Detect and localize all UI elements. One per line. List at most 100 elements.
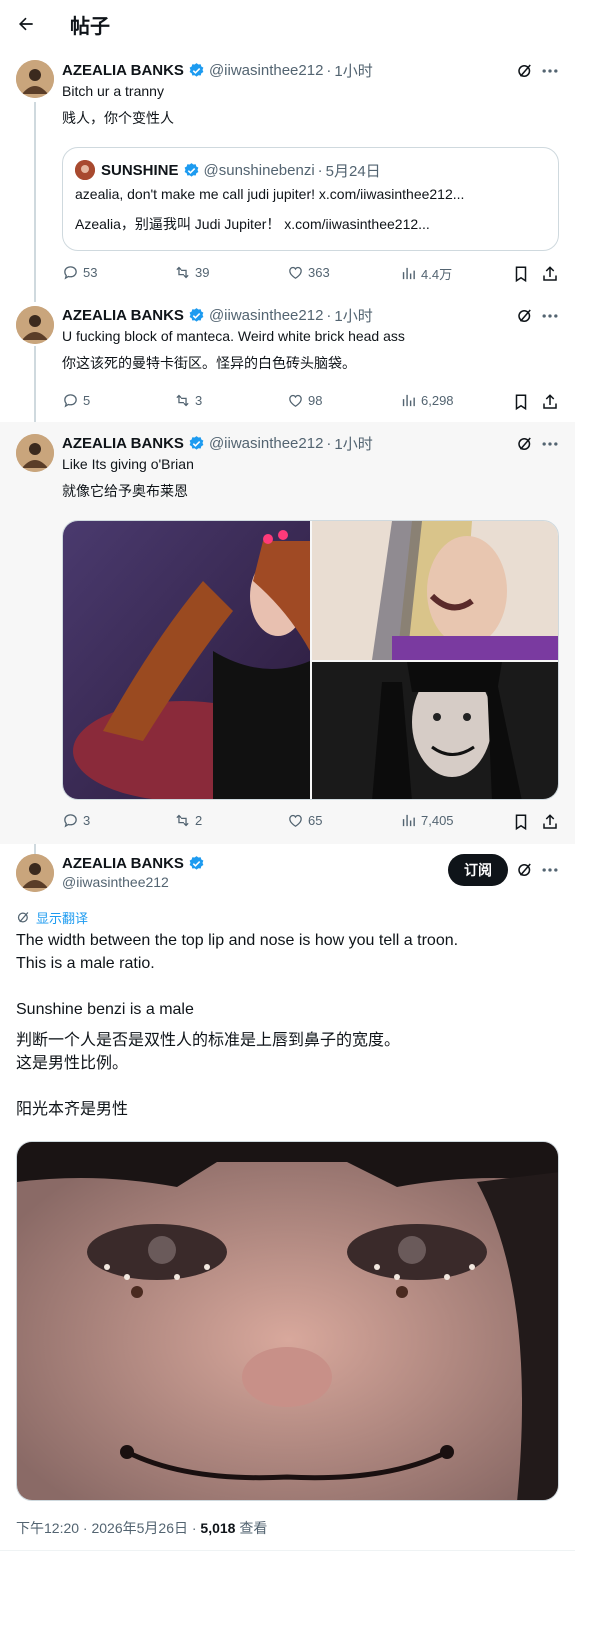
reply-icon <box>64 814 77 828</box>
views-count: 4.4万 <box>421 267 453 282</box>
share-icon[interactable] <box>541 813 559 831</box>
reply-button[interactable]: 5 <box>62 392 90 409</box>
verified-badge-icon <box>189 855 204 870</box>
tweet-header: AZEALIA BANKS @iiwasinthee212 · 1小时 <box>62 60 373 80</box>
like-button[interactable]: 98 <box>287 392 322 409</box>
separator-dot: · <box>326 61 332 79</box>
views-icon <box>402 267 415 280</box>
bookmark-icon[interactable] <box>512 393 530 411</box>
subscribe-button[interactable]: 订阅 <box>448 854 508 886</box>
tweet-actions: 3 2 65 7,405 <box>62 812 559 832</box>
like-count: 363 <box>308 265 330 280</box>
grok-icon[interactable] <box>516 62 534 80</box>
tweet-1[interactable]: AZEALIA BANKS @iiwasinthee212 · 1小时 Bitc… <box>0 0 575 294</box>
post-meta: 下午12:20 · 2026年5月26日 · 5,018 查看 <box>16 1518 267 1538</box>
timestamp[interactable]: 1小时 <box>334 305 372 326</box>
main-display-name[interactable]: AZEALIA BANKS <box>62 855 184 872</box>
separator-dot: · <box>326 434 332 452</box>
tweet-text: Like Its giving o'Brian <box>62 456 194 472</box>
post-timestamp[interactable]: 下午12:20 · 2026年5月26日 · <box>16 1520 200 1536</box>
views-button[interactable]: 4.4万 <box>400 264 452 283</box>
views-icon <box>402 814 415 827</box>
grok-icon[interactable] <box>516 307 534 325</box>
main-media-photo[interactable] <box>16 1141 559 1501</box>
media-grid <box>62 520 559 800</box>
tweet-translation: 就像它给予奥布莱恩 <box>62 483 188 499</box>
retweet-count: 39 <box>195 265 210 280</box>
verified-badge-icon <box>184 163 198 177</box>
display-name[interactable]: AZEALIA BANKS <box>62 62 184 79</box>
retweet-count: 3 <box>195 393 203 408</box>
grok-icon[interactable] <box>516 861 534 879</box>
separator-dot: · <box>317 162 323 179</box>
media-photo-2[interactable] <box>312 521 558 660</box>
quote-timestamp: 5月24日 <box>325 163 381 180</box>
views-count: 7,405 <box>421 813 454 828</box>
media-photo-1[interactable] <box>63 521 310 799</box>
like-button[interactable]: 363 <box>287 264 330 281</box>
display-name[interactable]: AZEALIA BANKS <box>62 435 184 452</box>
tweet-text: Bitch ur a tranny <box>62 83 164 99</box>
quote-header: SUNSHINE @sunshinebenzi · 5月24日 <box>101 160 381 181</box>
main-avatar[interactable] <box>16 854 54 892</box>
reply-count: 53 <box>83 265 98 280</box>
quote-avatar <box>75 160 95 180</box>
views-button[interactable]: 6,298 <box>400 392 454 409</box>
view-count: 5,018 <box>200 1520 236 1536</box>
heart-icon <box>289 266 302 279</box>
verified-badge-icon <box>189 62 204 77</box>
heart-icon <box>289 814 302 827</box>
views-count: 6,298 <box>421 393 454 408</box>
more-options-icon[interactable] <box>540 306 560 326</box>
divider <box>0 1550 575 1551</box>
quoted-tweet[interactable]: SUNSHINE @sunshinebenzi · 5月24日 azealia,… <box>62 147 559 251</box>
tweet-translation: 你这该死的曼特卡街区。怪异的白色砖头脑袋。 <box>62 355 356 371</box>
avatar[interactable] <box>16 434 54 472</box>
views-icon <box>402 394 415 407</box>
reply-icon <box>64 266 77 280</box>
share-icon[interactable] <box>541 393 559 411</box>
retweet-button[interactable]: 2 <box>174 812 202 829</box>
main-handle[interactable]: @iiwasinthee212 <box>62 874 169 890</box>
reply-icon <box>64 394 77 408</box>
more-options-icon[interactable] <box>540 860 560 880</box>
quote-display-name: SUNSHINE <box>101 162 179 179</box>
bookmark-icon[interactable] <box>512 265 530 283</box>
reply-count: 3 <box>83 813 91 828</box>
more-options-icon[interactable] <box>540 434 560 454</box>
display-name[interactable]: AZEALIA BANKS <box>62 307 184 324</box>
handle[interactable]: @iiwasinthee212 <box>209 307 323 324</box>
separator-dot: · <box>326 306 332 324</box>
main-tweet-translation: 判断一个人是否是双性人的标准是上唇到鼻子的宽度。 这是男性比例。 阳光本齐是男性 <box>16 1032 401 1118</box>
bookmark-icon[interactable] <box>512 813 530 831</box>
retweet-icon <box>176 266 189 279</box>
timestamp[interactable]: 1小时 <box>334 433 372 454</box>
like-button[interactable]: 65 <box>287 812 322 829</box>
timestamp[interactable]: 1小时 <box>334 60 372 81</box>
retweet-icon <box>176 814 189 827</box>
avatar[interactable] <box>16 306 54 344</box>
views-button[interactable]: 7,405 <box>400 812 454 829</box>
media-photo-3[interactable] <box>312 662 558 799</box>
tweet-header: AZEALIA BANKS @iiwasinthee212 · 1小时 <box>62 305 373 325</box>
tweet-text: U fucking block of manteca. Weird white … <box>62 328 405 344</box>
retweet-count: 2 <box>195 813 203 828</box>
avatar[interactable] <box>16 60 54 98</box>
share-icon[interactable] <box>541 265 559 283</box>
grok-icon <box>17 912 29 923</box>
tweet-3[interactable]: AZEALIA BANKS @iiwasinthee212 · 1小时 Like… <box>0 422 575 844</box>
handle[interactable]: @iiwasinthee212 <box>209 435 323 452</box>
quote-text: azealia, don't make me call judi jupiter… <box>75 186 465 202</box>
retweet-button[interactable]: 3 <box>174 392 202 409</box>
heart-icon <box>289 394 302 407</box>
reply-button[interactable]: 3 <box>62 812 90 829</box>
grok-icon[interactable] <box>516 435 534 453</box>
retweet-button[interactable]: 39 <box>174 264 209 281</box>
tweet-2[interactable]: AZEALIA BANKS @iiwasinthee212 · 1小时 U fu… <box>0 294 575 422</box>
show-translation-link[interactable]: 显示翻译 <box>16 908 88 927</box>
reply-button[interactable]: 53 <box>62 264 97 281</box>
verified-badge-icon <box>189 435 204 450</box>
handle[interactable]: @iiwasinthee212 <box>209 62 323 79</box>
more-options-icon[interactable] <box>540 61 560 81</box>
view-count-label: 查看 <box>235 1520 268 1536</box>
